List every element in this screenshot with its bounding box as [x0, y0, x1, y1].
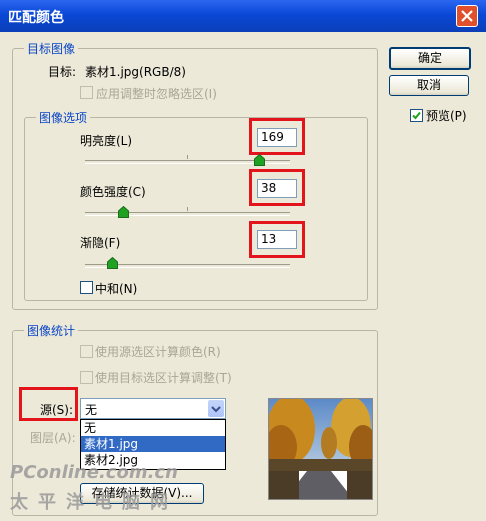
- target-image-legend: 目标图像: [24, 40, 79, 57]
- layer-label: 图层(A):: [30, 431, 76, 445]
- color-intensity-slider-thumb[interactable]: [118, 205, 129, 221]
- image-stats-legend: 图像统计: [24, 322, 79, 339]
- match-color-dialog: 匹配颜色 确定 取消 预览(P) 目标图像 目标: 素材1.jpg(RGB/8)…: [0, 0, 486, 521]
- ignore-selection-checkbox[interactable]: [80, 86, 93, 99]
- ignore-selection-label: 应用调整时忽略选区(I): [96, 87, 217, 101]
- annotation-box: [249, 169, 305, 206]
- annotation-box: [249, 221, 305, 258]
- watermark-logo: PConline.com.cn: [10, 462, 178, 483]
- image-options-group: [24, 117, 368, 301]
- annotation-box: [249, 118, 305, 155]
- source-select[interactable]: 无: [80, 398, 226, 419]
- target-value: 素材1.jpg(RGB/8): [85, 65, 186, 79]
- source-label: 源(S):: [40, 403, 74, 417]
- ok-button[interactable]: 确定: [389, 47, 471, 70]
- source-preview-thumbnail: [268, 398, 373, 500]
- use-target-selection-checkbox[interactable]: [80, 371, 93, 384]
- luminance-label: 明亮度(L): [80, 134, 133, 148]
- use-target-selection-label: 使用目标选区计算调整(T): [95, 371, 232, 385]
- window-title: 匹配颜色: [8, 10, 64, 26]
- preview-checkbox[interactable]: [410, 109, 423, 122]
- color-intensity-slider-track[interactable]: [85, 212, 290, 216]
- neutralize-checkbox[interactable]: [80, 281, 93, 294]
- luminance-slider-tick: [187, 155, 188, 159]
- source-select-value: 无: [85, 403, 98, 417]
- target-label: 目标:: [48, 65, 77, 79]
- image-options-legend: 图像选项: [36, 109, 91, 126]
- color-intensity-slider-tick: [187, 207, 188, 211]
- chevron-down-icon[interactable]: [208, 400, 224, 417]
- title-bar: 匹配颜色: [0, 0, 486, 32]
- preview-label: 预览(P): [426, 109, 467, 123]
- watermark-subtitle: 太平洋电脑网: [10, 492, 178, 513]
- color-intensity-label: 颜色强度(C): [80, 185, 146, 199]
- luminance-slider-thumb[interactable]: [254, 153, 265, 169]
- neutralize-label: 中和(N): [95, 282, 138, 296]
- source-option-selected[interactable]: 素材1.jpg: [81, 436, 225, 452]
- fade-slider-thumb[interactable]: [107, 256, 118, 272]
- fade-label: 渐隐(F): [80, 236, 121, 250]
- cancel-button[interactable]: 取消: [389, 75, 469, 96]
- source-option[interactable]: 无: [81, 420, 225, 436]
- use-source-selection-checkbox[interactable]: [80, 345, 93, 358]
- use-source-selection-label: 使用源选区计算颜色(R): [95, 345, 221, 359]
- close-icon[interactable]: [456, 5, 478, 27]
